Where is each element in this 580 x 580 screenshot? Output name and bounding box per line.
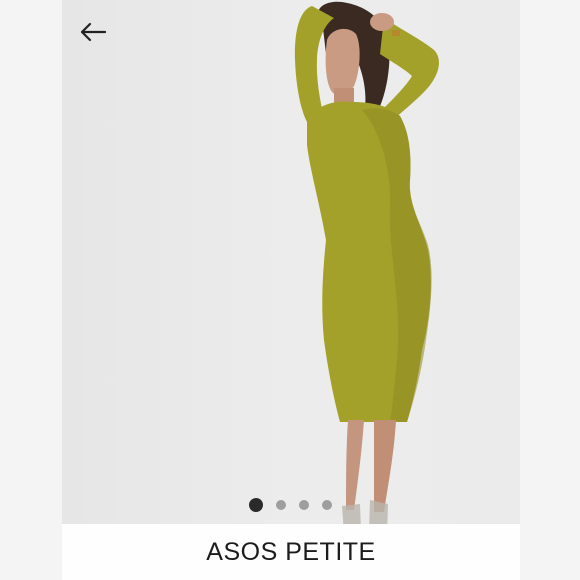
product-screen: ASOS PETITE [0,0,580,580]
product-photo [294,1,439,524]
product-image-area[interactable] [62,0,520,524]
brand-bar: ASOS PETITE [62,524,520,580]
carousel-dot-3[interactable] [298,500,309,510]
carousel-dot-1[interactable] [248,498,263,512]
brand-name[interactable]: ASOS PETITE [206,538,375,567]
carousel-dot-4[interactable] [321,500,332,510]
back-button[interactable] [76,18,110,46]
right-margin [520,0,580,580]
arrow-left-icon [80,22,107,42]
left-margin [0,0,62,580]
carousel-indicator [0,498,580,512]
carousel-dot-2[interactable] [275,500,286,510]
